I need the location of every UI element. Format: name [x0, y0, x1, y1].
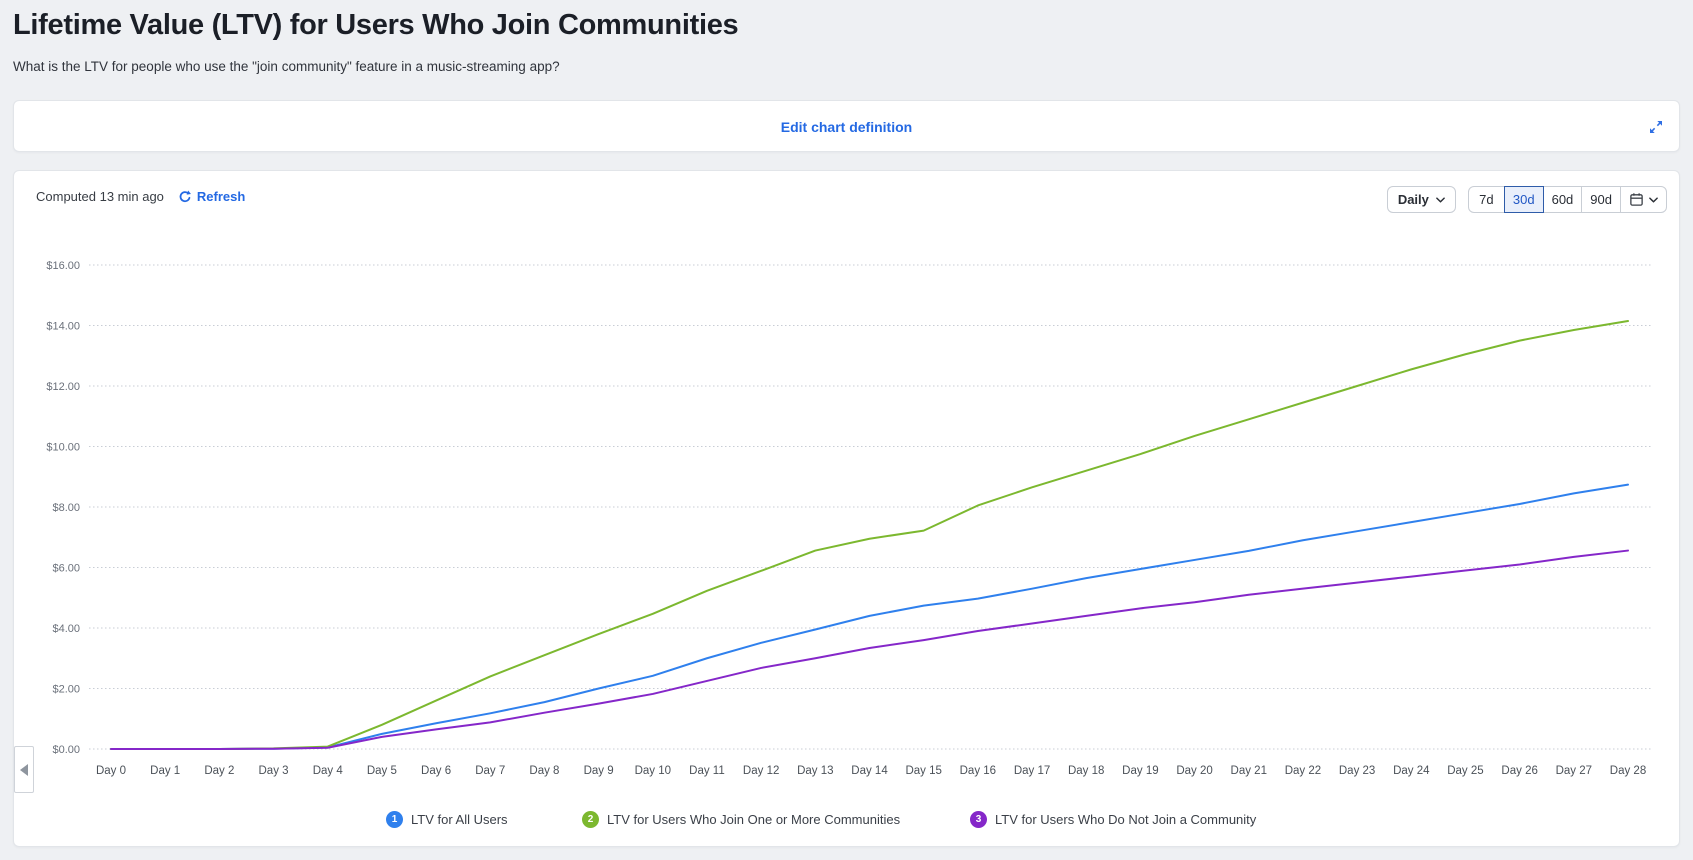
x-axis-tick-label: Day 19	[1122, 765, 1158, 777]
x-axis-tick-label: Day 9	[584, 765, 614, 777]
x-axis-tick-label: Day 0	[96, 765, 126, 777]
range-button-7d[interactable]: 7d	[1467, 186, 1505, 213]
series-line-1[interactable]	[110, 483, 1629, 750]
x-axis-tick-label: Day 6	[421, 765, 451, 777]
x-axis-tick-label: Day 4	[313, 765, 344, 777]
chevron-down-icon	[1436, 196, 1445, 203]
expand-diagonal-arrows-icon	[1648, 119, 1664, 135]
triangle-left-icon	[20, 763, 28, 776]
x-axis-tick-label: Day 23	[1339, 765, 1375, 777]
edit-chart-definition-link[interactable]: Edit chart definition	[14, 101, 1679, 153]
x-axis-tick-label: Day 10	[635, 765, 671, 777]
series-line-2[interactable]	[110, 319, 1629, 750]
expand-chart-button[interactable]	[1647, 118, 1665, 136]
x-axis-tick-label: Day 11	[689, 765, 725, 777]
x-axis-tick-label: Day 13	[797, 765, 833, 777]
x-axis-tick-label: Day 26	[1501, 765, 1537, 777]
y-axis-tick-label: $12.00	[46, 381, 80, 393]
x-axis-tick-label: Day 24	[1393, 765, 1430, 777]
x-axis-tick-label: Day 3	[259, 765, 289, 777]
range-button-90d[interactable]: 90d	[1581, 186, 1621, 213]
page-subtitle: What is the LTV for people who use the "…	[13, 59, 560, 74]
legend-badge-1: 1	[386, 811, 403, 828]
x-axis-tick-label: Day 1	[150, 765, 180, 777]
legend-item-all-users[interactable]: 1 LTV for All Users	[386, 811, 508, 828]
range-button-30d[interactable]: 30d	[1503, 186, 1544, 213]
x-axis-tick-label: Day 12	[743, 765, 779, 777]
granularity-dropdown[interactable]: Daily	[1386, 186, 1456, 213]
legend-label: LTV for Users Who Do Not Join a Communit…	[995, 812, 1257, 827]
computed-timestamp: Computed 13 min ago	[36, 189, 164, 204]
legend-item-no-community[interactable]: 3 LTV for Users Who Do Not Join a Commun…	[970, 811, 1256, 828]
collapse-panel-handle[interactable]	[14, 746, 34, 793]
refresh-label: Refresh	[196, 189, 246, 204]
x-axis-tick-label: Day 7	[475, 765, 505, 777]
x-axis-tick-label: Day 16	[960, 765, 996, 777]
x-axis-tick-label: Day 5	[367, 765, 397, 777]
x-axis-tick-label: Day 27	[1556, 765, 1592, 777]
refresh-icon	[178, 190, 192, 204]
calendar-icon	[1629, 192, 1644, 207]
range-button-60d[interactable]: 60d	[1542, 186, 1583, 213]
granularity-label: Daily	[1397, 192, 1429, 207]
x-axis-tick-label: Day 20	[1176, 765, 1212, 777]
y-axis-tick-label: $10.00	[46, 442, 80, 454]
chevron-down-icon	[1649, 196, 1658, 203]
x-axis-tick-label: Day 17	[1014, 765, 1050, 777]
legend-badge-3: 3	[970, 811, 987, 828]
x-axis-tick-label: Day 2	[204, 765, 234, 777]
page-title: Lifetime Value (LTV) for Users Who Join …	[13, 9, 739, 41]
y-axis-tick-label: $4.00	[52, 623, 80, 635]
x-axis-tick-label: Day 8	[529, 765, 559, 777]
series-line-3[interactable]	[110, 549, 1629, 750]
y-axis-tick-label: $14.00	[46, 321, 80, 333]
chart-legend: 1 LTV for All Users 2 LTV for Users Who …	[14, 811, 1679, 841]
legend-label: LTV for Users Who Join One or More Commu…	[607, 812, 901, 827]
y-axis-tick-label: $0.00	[52, 744, 80, 756]
y-axis-tick-label: $2.00	[52, 684, 80, 696]
ltv-line-chart: $0.00 $2.00 $4.00 $6.00 $8.00 $10.00 $12.00 $14…	[46, 260, 1653, 777]
legend-item-join-communities[interactable]: 2 LTV for Users Who Join One or More Com…	[582, 811, 900, 828]
legend-badge-2: 2	[582, 811, 599, 828]
x-axis-tick-label: Day 28	[1610, 765, 1646, 777]
custom-date-range-button[interactable]	[1620, 186, 1667, 213]
x-axis-tick-label: Day 21	[1231, 765, 1267, 777]
x-axis-tick-label: Day 22	[1285, 765, 1321, 777]
x-axis-tick-label: Day 18	[1068, 765, 1104, 777]
computed-status-row: Computed 13 min ago Refresh	[36, 189, 245, 204]
y-axis-tick-label: $6.00	[52, 563, 80, 575]
x-axis-tick-label: Day 15	[905, 765, 941, 777]
x-axis-tick-label: Day 25	[1447, 765, 1483, 777]
x-axis-tick-label: Day 14	[851, 765, 888, 777]
date-range-segmented-control: 7d 30d 60d 90d	[1467, 186, 1667, 213]
chart-card: Computed 13 min ago Refresh Daily 7d 30d…	[13, 170, 1680, 847]
chart-definition-bar: Edit chart definition	[13, 100, 1680, 152]
y-axis-tick-label: $16.00	[46, 260, 80, 272]
refresh-button[interactable]: Refresh	[178, 189, 245, 204]
y-axis-tick-label: $8.00	[52, 502, 80, 514]
legend-label: LTV for All Users	[411, 812, 508, 827]
chart-controls: Daily 7d 30d 60d 90d	[1386, 186, 1667, 213]
